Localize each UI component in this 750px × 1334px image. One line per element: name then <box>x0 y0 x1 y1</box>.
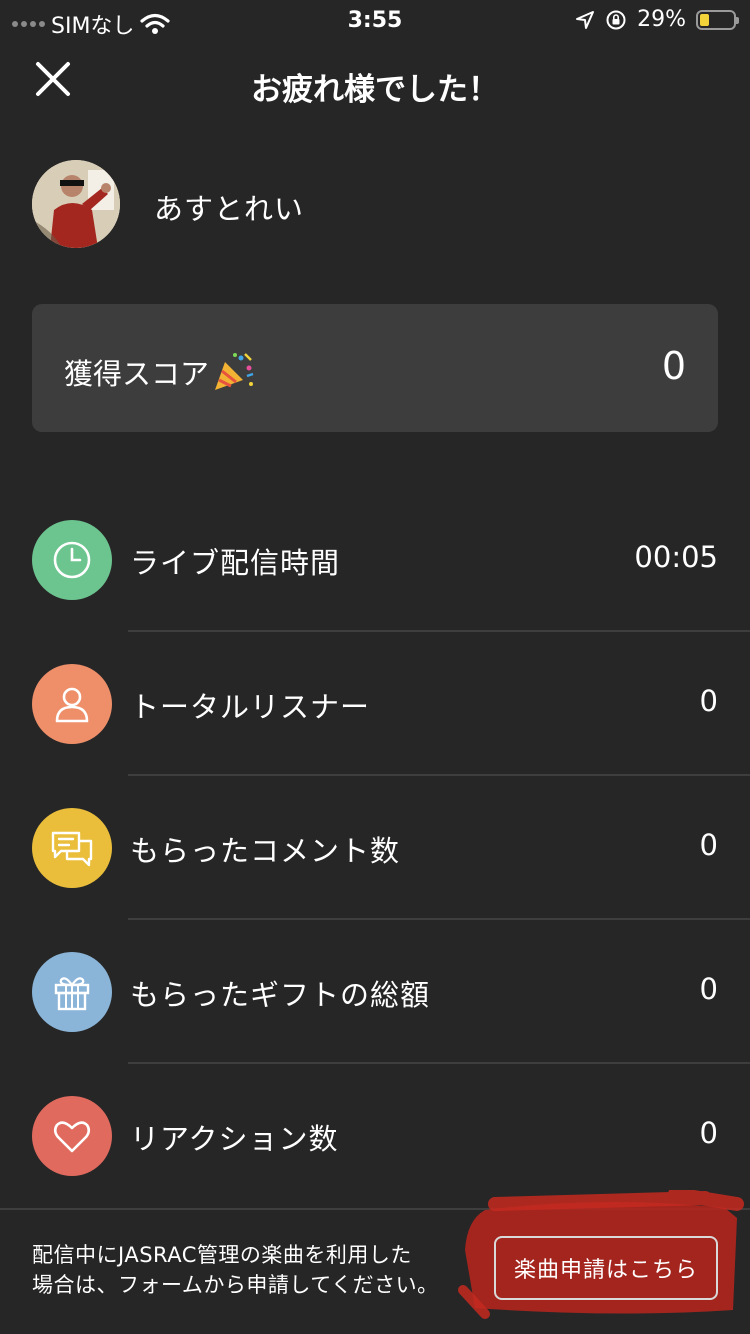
battery-percent: 29% <box>637 7 686 32</box>
heart-icon <box>53 1121 91 1153</box>
song-request-button[interactable]: 楽曲申請はこちら <box>494 1236 718 1300</box>
score-label: 獲得スコア <box>64 357 210 391</box>
location-arrow-icon <box>576 10 595 29</box>
stat-value: 0 <box>699 1116 718 1150</box>
avatar <box>32 160 120 248</box>
status-bar: SIMなし 3:55 29% <box>0 0 750 40</box>
stat-row-live-time: ライブ配信時間 00:05 <box>0 488 750 632</box>
stat-row-gift-total: もらったギフトの総額 0 <box>0 920 750 1064</box>
stat-icon-badge <box>32 808 112 888</box>
party-popper-icon <box>215 353 254 390</box>
stat-label: リアクション数 <box>130 1122 339 1156</box>
stats-list: ライブ配信時間 00:05 トータルリスナー 0 もらったコメント数 0 もらっ… <box>0 488 750 1208</box>
stat-icon-badge <box>32 664 112 744</box>
stat-row-comments: もらったコメント数 0 <box>0 776 750 920</box>
status-right: 29% <box>575 7 739 32</box>
battery-level <box>700 13 710 26</box>
stat-icon-badge <box>32 1096 112 1176</box>
stat-icon-badge <box>32 520 112 600</box>
footer-divider <box>0 1208 750 1210</box>
user-name: あすとれい <box>154 192 305 226</box>
page-title: お疲れ様でした！ <box>251 72 499 108</box>
stat-label: もらったコメント数 <box>130 834 401 868</box>
person-icon <box>55 687 89 723</box>
orientation-lock-icon <box>606 10 626 29</box>
score-card: 獲得スコア 0 <box>32 304 718 432</box>
gift-icon <box>54 977 90 1011</box>
stat-row-total-listeners: トータルリスナー 0 <box>0 632 750 776</box>
score-value: 0 <box>661 344 686 388</box>
stat-icon-badge <box>32 952 112 1032</box>
stat-value: 0 <box>699 972 718 1006</box>
stat-label: トータルリスナー <box>130 690 371 724</box>
stat-value: 0 <box>699 684 718 718</box>
stat-label: ライブ配信時間 <box>130 546 341 580</box>
jasrac-note-line1: 配信中にJASRAC管理の楽曲を利用した <box>32 1243 412 1267</box>
stat-label: もらったギフトの総額 <box>130 978 431 1012</box>
clock-icon <box>53 541 91 579</box>
battery-icon <box>696 9 739 30</box>
jasrac-note-line2: 場合は、フォームから申請してください。 <box>32 1273 439 1297</box>
chat-icon <box>51 831 93 867</box>
stat-value: 00:05 <box>634 540 718 574</box>
score-label-row: 獲得スコア <box>64 350 255 394</box>
stat-row-reactions: リアクション数 0 <box>0 1064 750 1208</box>
stat-value: 0 <box>699 828 718 862</box>
jasrac-note: 配信中にJASRAC管理の楽曲を利用した 場合は、フォームから申請してください。 <box>32 1240 439 1300</box>
